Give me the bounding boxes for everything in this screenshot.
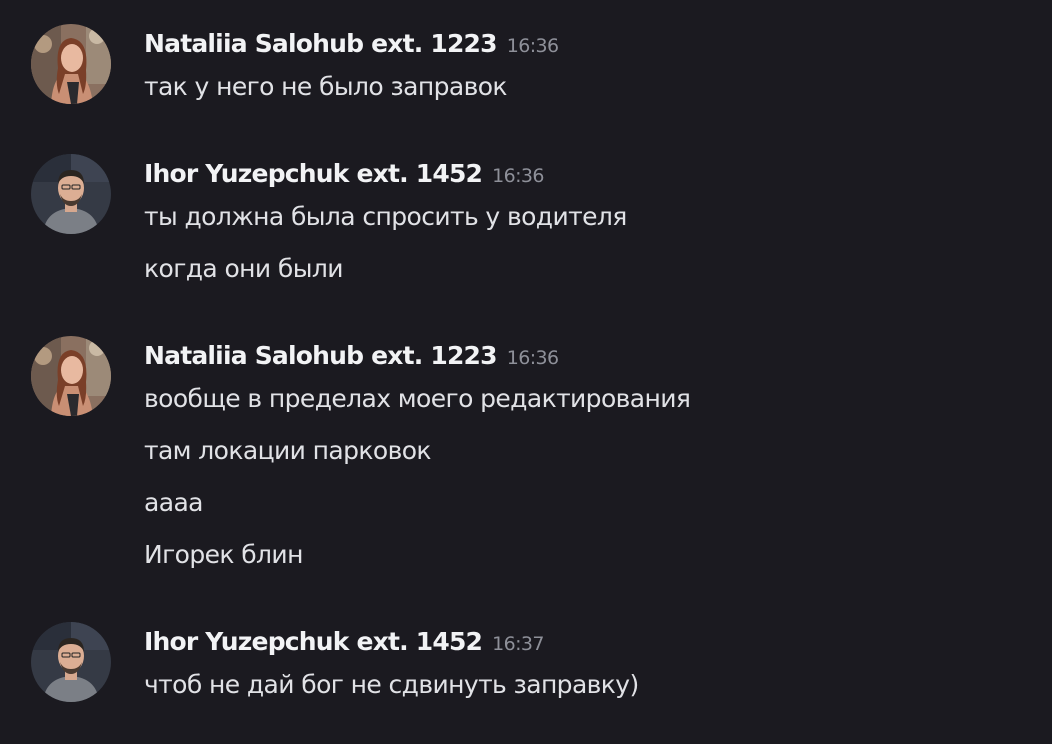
message-text: вообще в пределах моего редактирования: [144, 384, 691, 413]
message-text: аааа: [144, 488, 203, 517]
message-timestamp[interactable]: 16:36: [492, 165, 544, 187]
avatar[interactable]: [31, 622, 111, 702]
woman-portrait-avatar-icon: [31, 336, 111, 416]
message-text: когда они были: [144, 254, 344, 283]
woman-portrait-avatar-icon: [31, 24, 111, 104]
avatar[interactable]: [31, 336, 111, 416]
message-timestamp[interactable]: 16:37: [492, 633, 544, 655]
author-name[interactable]: Nataliia Salohub ext. 1223: [144, 341, 498, 370]
message-timestamp[interactable]: 16:36: [507, 35, 559, 57]
avatar[interactable]: [31, 154, 111, 234]
message-text: ты должна была спросить у водителя: [144, 202, 627, 231]
author-name[interactable]: Ihor Yuzepchuk ext. 1452: [144, 627, 483, 656]
man-portrait-avatar-icon: [31, 622, 111, 702]
author-name[interactable]: Nataliia Salohub ext. 1223: [144, 29, 498, 58]
avatar[interactable]: [31, 24, 111, 104]
message-header: Ihor Yuzepchuk ext. 1452 16:37: [144, 626, 545, 658]
man-portrait-avatar-icon: [31, 154, 111, 234]
message-text: чтоб не дай бог не сдвинуть заправку): [144, 670, 639, 699]
message-header: Nataliia Salohub ext. 1223 16:36: [144, 340, 559, 372]
message-text: так у него не было заправок: [144, 72, 508, 101]
message-timestamp[interactable]: 16:36: [507, 347, 559, 369]
message-list: Nataliia Salohub ext. 1223 16:36 так у не…: [0, 0, 1052, 744]
author-name[interactable]: Ihor Yuzepchuk ext. 1452: [144, 159, 483, 188]
message-text: там локации парковок: [144, 436, 432, 465]
message-header: Ihor Yuzepchuk ext. 1452 16:36: [144, 158, 545, 190]
message-header: Nataliia Salohub ext. 1223 16:36: [144, 28, 559, 60]
message-text: Игорек блин: [144, 540, 303, 569]
